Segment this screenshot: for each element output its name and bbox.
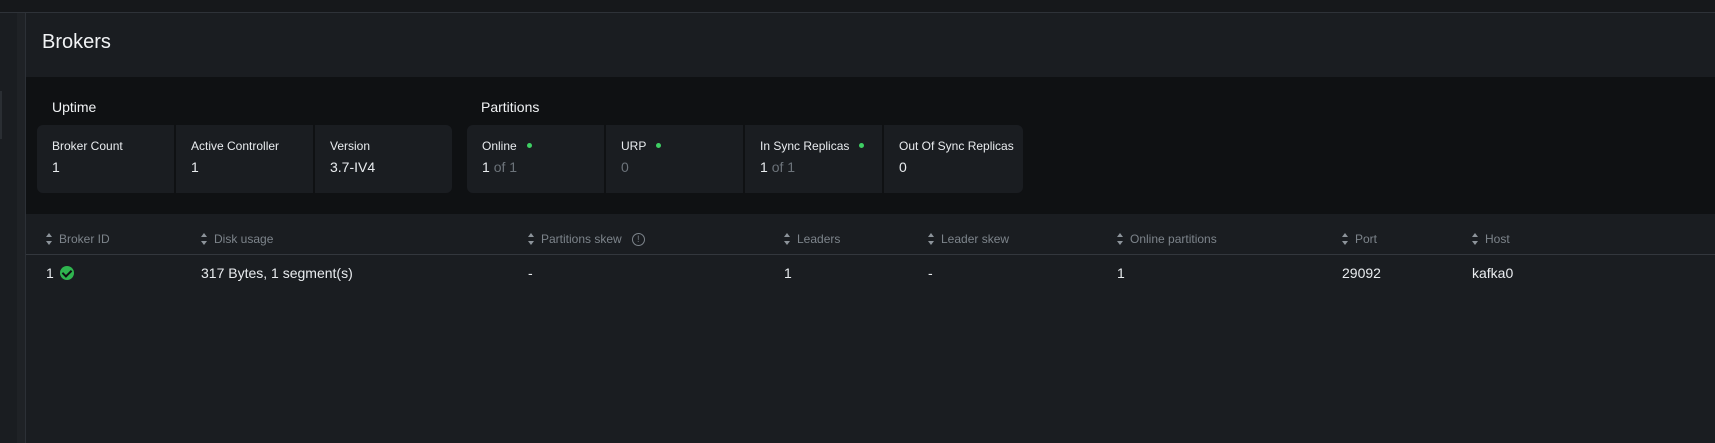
sort-icon	[528, 233, 535, 245]
out-of-sync-replicas-label: Out Of Sync Replicas	[899, 139, 1014, 153]
urp-label: URP	[621, 139, 662, 153]
status-dot-icon	[526, 143, 532, 149]
nav-active-marker	[0, 91, 2, 139]
column-header-partitions-skew[interactable]: Partitions skew!	[528, 232, 645, 246]
in-sync-replicas-label: In Sync Replicas	[760, 139, 865, 153]
sort-icon	[784, 233, 791, 245]
version-card: Version 3.7-IV4	[315, 125, 452, 193]
status-dot-icon	[656, 143, 662, 149]
column-header-port[interactable]: Port	[1342, 232, 1377, 246]
urp-value: 0	[621, 159, 629, 175]
broker-count-card: Broker Count 1	[37, 125, 174, 193]
brokers-table-header: Broker ID Disk usage Partitions skew! Le…	[26, 224, 1715, 255]
page-title: Brokers	[42, 31, 111, 53]
cell-leaders: 1	[784, 265, 792, 281]
partitions-section-title: Partitions	[481, 99, 540, 115]
active-controller-value: 1	[191, 159, 199, 175]
column-header-broker-id[interactable]: Broker ID	[46, 232, 110, 246]
version-label: Version	[330, 139, 371, 153]
cell-broker-id[interactable]: 1	[46, 265, 74, 281]
uptime-section-title: Uptime	[52, 99, 97, 115]
urp-card: URP 0	[606, 125, 743, 193]
metrics-panel: Uptime Broker Count 1 Active Controller …	[26, 77, 1715, 214]
column-header-online-partitions[interactable]: Online partitions	[1117, 232, 1217, 246]
status-dot-icon	[859, 143, 865, 149]
sort-icon	[201, 233, 208, 245]
column-header-leaders[interactable]: Leaders	[784, 232, 840, 246]
cell-host: kafka0	[1472, 265, 1514, 281]
online-label: Online	[482, 139, 532, 153]
top-bar	[0, 0, 1715, 13]
column-header-leader-skew[interactable]: Leader skew	[928, 232, 1009, 246]
active-controller-card: Active Controller 1	[176, 125, 313, 193]
cell-disk-usage: 317 Bytes, 1 segment(s)	[201, 265, 353, 281]
cell-partitions-skew: -	[528, 265, 533, 281]
in-sync-replicas-value: 1 of 1	[760, 159, 796, 175]
broker-count-value: 1	[52, 159, 60, 175]
online-card: Online 1 of 1	[467, 125, 604, 193]
online-value: 1 of 1	[482, 159, 518, 175]
out-of-sync-replicas-card: Out Of Sync Replicas 0	[884, 125, 1023, 193]
active-controller-label: Active Controller	[191, 139, 280, 153]
sort-icon	[1342, 233, 1349, 245]
table-row[interactable]: 1 317 Bytes, 1 segment(s) - 1 - 1 29092 …	[26, 255, 1715, 291]
sort-icon	[928, 233, 935, 245]
out-of-sync-replicas-value: 0	[899, 159, 907, 175]
info-icon[interactable]: !	[631, 232, 645, 246]
sort-icon	[46, 233, 53, 245]
check-circle-icon	[59, 266, 74, 281]
sort-icon	[1472, 233, 1479, 245]
cell-port: 29092	[1342, 265, 1381, 281]
column-header-disk-usage[interactable]: Disk usage	[201, 232, 273, 246]
cell-online-partitions: 1	[1117, 265, 1125, 281]
in-sync-replicas-card: In Sync Replicas 1 of 1	[745, 125, 882, 193]
cell-leader-skew: -	[928, 265, 933, 281]
main-content: Brokers Uptime Broker Count 1 Active Con…	[26, 13, 1715, 443]
version-value: 3.7-IV4	[330, 159, 376, 175]
broker-count-label: Broker Count	[52, 139, 123, 153]
column-header-host[interactable]: Host	[1472, 232, 1510, 246]
sort-icon	[1117, 233, 1124, 245]
left-nav-rail	[0, 13, 18, 443]
sidebar-resize-handle[interactable]	[17, 13, 26, 443]
